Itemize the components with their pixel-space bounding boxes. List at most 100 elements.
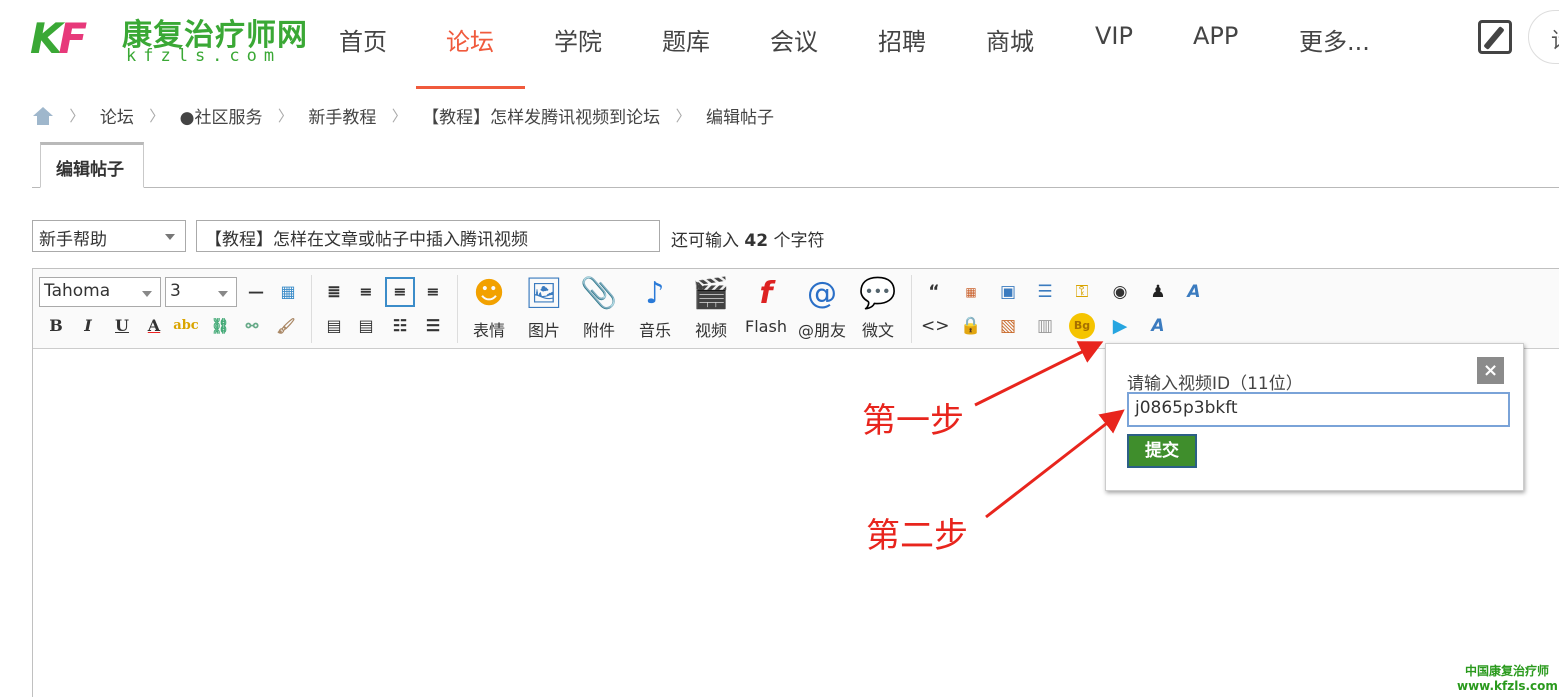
- home-icon[interactable]: [32, 106, 54, 125]
- tab-edit-post[interactable]: 编辑帖子: [40, 142, 144, 188]
- nav-item-questions[interactable]: 题库: [662, 22, 710, 57]
- music-label: 音乐: [638, 321, 671, 340]
- float-right-icon[interactable]: ▤: [353, 313, 379, 339]
- video-id-label: 请输入视频ID（11位）: [1127, 374, 1303, 394]
- code-icon[interactable]: <>: [921, 313, 950, 339]
- lock-icon[interactable]: 🔒: [958, 313, 984, 339]
- video-id-input[interactable]: j0865p3bkft: [1127, 392, 1510, 427]
- video-label: 视频: [694, 321, 727, 340]
- font-family-select[interactable]: Tahoma: [39, 277, 161, 307]
- align-left-icon[interactable]: ≡: [353, 279, 379, 305]
- image-icon: 🖼: [524, 276, 564, 311]
- breadcrumb-forum[interactable]: 论坛: [100, 103, 134, 128]
- top-nav: KF 康复治疗师网 kfzls.com 首页 论坛 学院 题库 会议 招聘 商城…: [0, 0, 1559, 90]
- word-paste-icon[interactable]: ▣: [995, 279, 1021, 305]
- italic-icon[interactable]: I: [75, 313, 101, 339]
- float-left-icon[interactable]: ▤: [321, 313, 347, 339]
- highlight-icon[interactable]: abc: [173, 313, 199, 339]
- emoji-button[interactable]: ☻ 表情: [462, 275, 516, 345]
- media-disc-icon[interactable]: ◉: [1107, 279, 1133, 305]
- nav-item-conference[interactable]: 会议: [770, 22, 818, 57]
- step-one-annotation: 第一步: [862, 401, 964, 441]
- mention-button[interactable]: @ @朋友: [795, 275, 849, 345]
- breadcrumb-tutorial[interactable]: 新手教程: [308, 103, 376, 128]
- image-label: 图片: [527, 321, 560, 340]
- background-icon[interactable]: Bg: [1069, 313, 1095, 339]
- submit-button[interactable]: 提交: [1127, 434, 1197, 468]
- nav-item-more[interactable]: 更多...: [1299, 22, 1370, 57]
- remaining-chars: 还可输入 42 个字符: [671, 226, 824, 251]
- chevron-right-icon: 〉: [69, 107, 85, 125]
- logo-brand-en: kfzls.com: [126, 46, 282, 66]
- watermark: 中国康复治疗师 www.kfzls.com: [1457, 664, 1558, 694]
- qq-icon[interactable]: ♟: [1145, 279, 1171, 305]
- ordered-list-icon[interactable]: ☷: [387, 313, 413, 339]
- link-icon[interactable]: ⛓: [207, 313, 233, 339]
- nav-item-home[interactable]: 首页: [339, 22, 387, 57]
- nav-item-vip[interactable]: VIP: [1095, 22, 1133, 50]
- site-logo[interactable]: KF 康复治疗师网 kfzls.com: [30, 8, 310, 68]
- attachment-label: 附件: [582, 321, 615, 340]
- mention-label: @朋友: [797, 321, 846, 340]
- nav-item-forum[interactable]: 论坛: [446, 22, 494, 57]
- subscript-icon[interactable]: A: [1181, 279, 1207, 305]
- smiley-icon: ☻: [473, 276, 505, 311]
- page-break-icon[interactable]: ☰: [1032, 279, 1058, 305]
- breadcrumb-current: 编辑帖子: [705, 108, 774, 128]
- login-button[interactable]: 请: [1528, 10, 1559, 64]
- close-icon[interactable]: ×: [1477, 357, 1504, 384]
- wechat-article-button[interactable]: 💬 微文: [851, 275, 905, 345]
- nav-active-indicator: [416, 86, 525, 89]
- watermark-line2: www.kfzls.com: [1457, 679, 1558, 693]
- paperclip-icon: 📎: [580, 276, 618, 311]
- font-size-select[interactable]: 3: [165, 277, 237, 307]
- category-value: 新手帮助: [39, 230, 107, 250]
- unlink-icon[interactable]: ⚯: [239, 313, 265, 339]
- font-family-value: Tahoma: [44, 281, 111, 301]
- breadcrumb-thread[interactable]: 【教程】怎样发腾讯视频到论坛: [422, 103, 660, 128]
- nav-item-shop[interactable]: 商城: [986, 22, 1034, 57]
- subject-input[interactable]: 【教程】怎样在文章或帖子中插入腾讯视频: [196, 220, 660, 252]
- align-center-icon[interactable]: ≡: [385, 277, 415, 307]
- emoji-label: 表情: [472, 321, 505, 340]
- horizontal-rule-icon[interactable]: —: [243, 279, 269, 305]
- align-right-icon[interactable]: ≡: [420, 279, 446, 305]
- font-color-icon[interactable]: A: [141, 313, 167, 339]
- logo-mark: KF: [30, 14, 87, 63]
- key-icon[interactable]: ⚿: [1069, 279, 1095, 305]
- tencent-video-icon[interactable]: ▶: [1107, 313, 1133, 339]
- category-select[interactable]: 新手帮助: [32, 220, 186, 252]
- quote-icon[interactable]: “: [921, 279, 947, 305]
- unordered-list-icon[interactable]: ☰: [420, 313, 446, 339]
- edit-icon[interactable]: [1478, 20, 1512, 54]
- wechat-article-label: 微文: [861, 321, 894, 340]
- music-button[interactable]: ♪ 音乐: [628, 275, 682, 345]
- nav-item-academy[interactable]: 学院: [554, 22, 602, 57]
- flash-icon: f: [759, 276, 773, 311]
- attachment-button[interactable]: 📎 附件: [572, 275, 626, 345]
- table-icon[interactable]: ▦: [275, 279, 301, 305]
- align-justify-icon[interactable]: ≣: [321, 279, 347, 305]
- font-size-value: 3: [170, 281, 181, 301]
- superscript-icon[interactable]: A: [1145, 313, 1171, 339]
- breadcrumb-community[interactable]: ●社区服务: [180, 103, 263, 128]
- clear-format-icon[interactable]: 🖌: [273, 313, 299, 339]
- nav-item-app[interactable]: APP: [1193, 22, 1238, 50]
- image-button[interactable]: 🖼 图片: [517, 275, 571, 345]
- video-button[interactable]: 🎬 视频: [684, 275, 738, 345]
- columns-icon[interactable]: ▥: [1032, 313, 1058, 339]
- underline-icon[interactable]: U: [109, 313, 135, 339]
- step-two-annotation: 第二步: [866, 516, 968, 556]
- at-sign-icon: @: [807, 276, 837, 311]
- nav-item-jobs[interactable]: 招聘: [878, 22, 926, 57]
- tab-divider: [32, 187, 1559, 188]
- remaining-prefix: 还可输入: [671, 231, 739, 251]
- free-content-icon[interactable]: ▦: [958, 279, 984, 305]
- flash-button[interactable]: f Flash: [739, 275, 793, 345]
- breadcrumb: 〉 论坛 〉 ●社区服务 〉 新手教程 〉 【教程】怎样发腾讯视频到论坛 〉 编…: [32, 103, 774, 128]
- chevron-right-icon: 〉: [277, 107, 293, 125]
- bold-icon[interactable]: B: [43, 313, 69, 339]
- toolbar-separator: [311, 275, 312, 343]
- chevron-right-icon: 〉: [391, 107, 407, 125]
- insert-image-icon[interactable]: ▧: [995, 313, 1021, 339]
